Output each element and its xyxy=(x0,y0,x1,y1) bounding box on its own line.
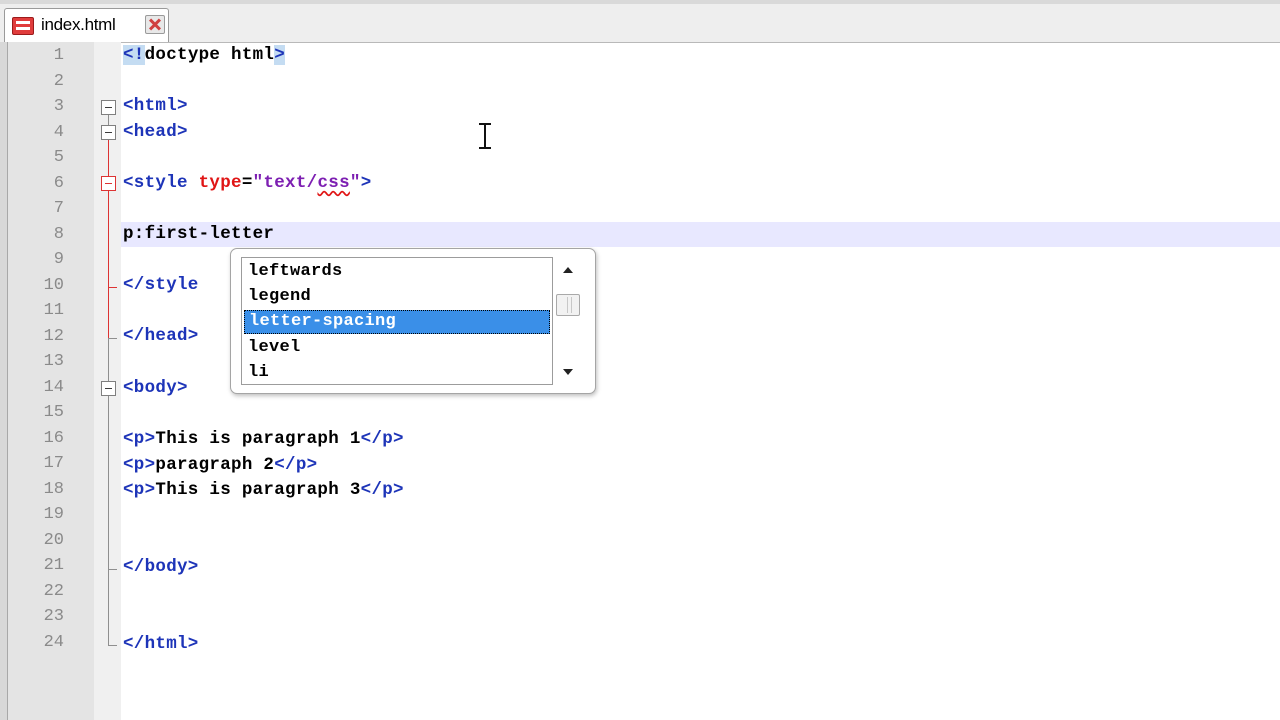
fold-toggle-style[interactable] xyxy=(101,176,116,191)
line-number: 23 xyxy=(43,607,64,626)
close-icon[interactable] xyxy=(145,15,165,34)
fold-end-head xyxy=(108,338,117,339)
code-line-18[interactable]: <p>This is paragraph 3</p> xyxy=(123,480,404,500)
code-token: </p> xyxy=(274,455,318,475)
code-line-1[interactable]: <!doctype html> xyxy=(123,45,286,65)
line-number: 16 xyxy=(43,429,64,448)
line-number: 20 xyxy=(43,531,64,550)
autocomplete-item[interactable]: legend xyxy=(244,285,550,309)
fold-toggle-head[interactable] xyxy=(101,125,116,140)
html-file-icon xyxy=(12,17,34,35)
code-line-12[interactable]: </head> xyxy=(123,326,199,346)
line-number: 22 xyxy=(43,582,64,601)
line-number: 5 xyxy=(53,148,64,167)
ibeam-cursor-icon xyxy=(478,123,492,149)
autocomplete-item[interactable]: leftwards xyxy=(244,260,550,284)
code-line-6[interactable]: <style type="text/css"> xyxy=(123,173,372,193)
line-number: 6 xyxy=(53,174,64,193)
line-number: 15 xyxy=(43,403,64,422)
autocomplete-item[interactable]: level xyxy=(244,336,550,360)
fold-end-style xyxy=(108,287,117,288)
scroll-down-arrow-icon[interactable] xyxy=(563,369,573,375)
code-token: This is paragraph 3 xyxy=(155,480,361,500)
code-line-10[interactable]: </style xyxy=(123,275,199,295)
code-token: > xyxy=(274,45,286,65)
autocomplete-scrollbar[interactable] xyxy=(553,257,581,385)
line-number: 17 xyxy=(43,454,64,473)
code-token: <p> xyxy=(123,455,156,475)
code-token: <p> xyxy=(123,480,156,500)
code-line-3[interactable]: <html> xyxy=(123,96,188,116)
code-token: <! xyxy=(123,45,145,65)
autocomplete-list[interactable]: leftwards legend letter-spacing level li xyxy=(241,257,553,385)
scroll-up-arrow-icon[interactable] xyxy=(563,267,573,273)
code-line-21[interactable]: </body> xyxy=(123,557,199,577)
tab-bar: index.html xyxy=(0,0,1280,43)
code-token: > xyxy=(360,173,372,193)
line-number: 24 xyxy=(43,633,64,652)
line-number: 8 xyxy=(53,225,64,244)
code-line-16[interactable]: <p>This is paragraph 1</p> xyxy=(123,429,404,449)
code-token: paragraph 2 xyxy=(155,455,275,475)
line-number: 12 xyxy=(43,327,64,346)
line-number: 4 xyxy=(53,123,64,142)
line-number: 14 xyxy=(43,378,64,397)
line-number: 18 xyxy=(43,480,64,499)
line-number: 7 xyxy=(53,199,64,218)
tab-title: index.html xyxy=(41,15,116,34)
tab-index-html[interactable]: index.html xyxy=(4,8,169,42)
code-line-8[interactable]: p:first-letter xyxy=(123,224,274,244)
line-number: 2 xyxy=(53,72,64,91)
code-line-24[interactable]: </html> xyxy=(123,634,199,654)
spelling-error: css xyxy=(317,173,350,193)
code-token: doctype html xyxy=(144,45,275,65)
code-token: This is paragraph 1 xyxy=(155,429,361,449)
fold-guide-style xyxy=(108,140,109,338)
fold-end-body xyxy=(108,569,117,570)
line-number: 9 xyxy=(53,250,64,269)
line-number: 21 xyxy=(43,556,64,575)
fold-end-html xyxy=(108,645,117,646)
line-number: 10 xyxy=(43,276,64,295)
code-token: <style xyxy=(123,173,199,193)
code-token: </p> xyxy=(360,429,404,449)
fold-toggle-html[interactable] xyxy=(101,100,116,115)
scrollbar-thumb[interactable] xyxy=(556,294,580,316)
code-token: = xyxy=(241,173,253,193)
code-line-4[interactable]: <head> xyxy=(123,122,188,142)
code-token: "text/ xyxy=(252,173,318,193)
code-line-14[interactable]: <body> xyxy=(123,378,188,398)
editor-left-border xyxy=(0,42,8,720)
current-line-highlight xyxy=(121,222,1280,247)
line-number: 1 xyxy=(53,46,64,65)
code-token: type xyxy=(198,173,242,193)
autocomplete-popup: leftwards legend letter-spacing level li xyxy=(230,248,596,394)
code-token: </p> xyxy=(360,480,404,500)
fold-toggle-body[interactable] xyxy=(101,381,116,396)
line-number: 3 xyxy=(53,97,64,116)
autocomplete-item[interactable]: li xyxy=(244,361,550,385)
line-number: 13 xyxy=(43,352,64,371)
line-number: 11 xyxy=(43,301,64,320)
code-token: <p> xyxy=(123,429,156,449)
autocomplete-item-selected[interactable]: letter-spacing xyxy=(244,310,550,334)
code-line-17[interactable]: <p>paragraph 2</p> xyxy=(123,455,317,475)
code-token: " xyxy=(349,173,361,193)
line-number: 19 xyxy=(43,505,64,524)
